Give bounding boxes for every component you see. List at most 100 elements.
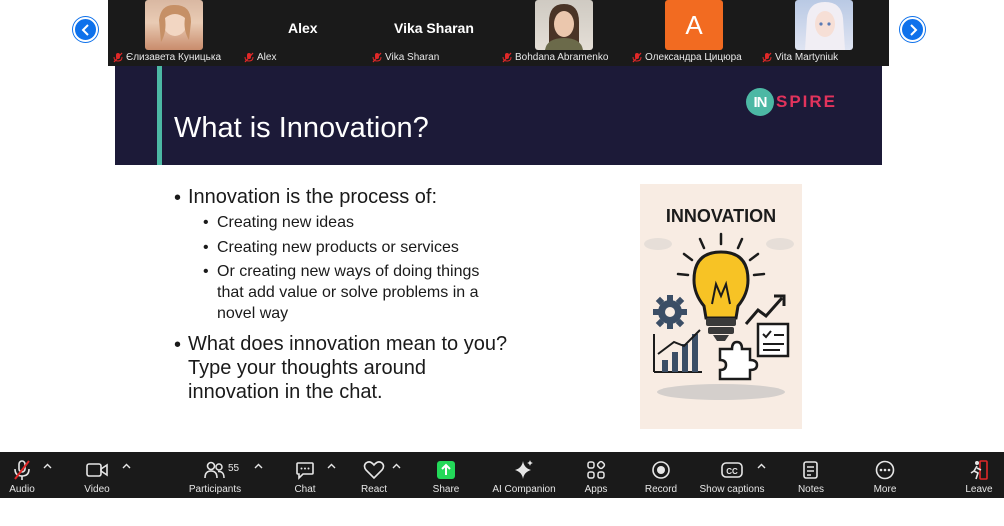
microphone-muted-icon [372,52,382,62]
slide-accent-bar [157,66,162,165]
bullet-dot: • [203,239,209,256]
participants-button[interactable]: Participants [186,452,244,498]
participant-label: Єлизавета Куницька [113,50,221,64]
participant-label: Vita Martyniuk [762,50,838,64]
bullet-text: novel way [217,305,289,322]
chat-bubble-icon [296,462,314,480]
video-button[interactable]: Video [78,452,116,498]
bullet-text: Creating new products or services [217,239,459,256]
microphone-muted-icon [502,52,512,62]
more-label: More [873,484,897,495]
more-button[interactable]: More [869,452,901,498]
microphone-muted-icon [244,52,254,62]
innovation-illustration: INNOVATION [640,184,802,429]
participant-tile[interactable]: Alex Alex [244,0,369,66]
record-button[interactable]: Record [642,452,680,498]
video-camera-icon [86,463,108,477]
chevron-left-icon [81,23,89,36]
show-captions-button[interactable]: CC Show captions [698,452,766,498]
logo-mark: IN [746,88,774,116]
microphone-muted-icon [632,52,642,62]
apps-grid-icon [587,460,606,479]
participant-name: Олександра Цицюра [645,51,742,63]
bullet-dot: • [203,263,209,280]
bullet-dot: • [174,334,182,356]
share-screen-icon [437,461,455,479]
participant-video [795,0,853,50]
chevron-up-icon[interactable] [43,462,52,471]
participant-label: Олександра Цицюра [632,50,742,64]
participant-video [535,0,593,50]
participant-count: 55 [228,463,240,474]
chevron-up-icon[interactable] [327,462,336,471]
participant-video [145,0,203,50]
chat-button[interactable]: Chat [289,452,321,498]
apps-button[interactable]: Apps [580,452,612,498]
leave-button[interactable]: Leave [962,452,996,498]
closed-captions-icon: CC [721,462,743,478]
meeting-toolbar: Audio Video Participants 55 Chat React S… [0,452,1004,498]
shared-screen-slide: What is Innovation? IN SPIRE • Innovatio… [115,66,882,452]
bullet-text: Type your thoughts around [188,357,426,379]
record-label: Record [644,484,678,495]
ai-companion-button[interactable]: AI Companion [492,452,556,498]
react-button[interactable]: React [356,452,392,498]
share-label: Share [432,484,460,495]
participants-label: Participants [188,484,242,495]
sparkle-icon [515,460,533,479]
bullet-text: that add value or solve problems in a [217,284,479,301]
participant-tile[interactable]: Єлизавета Куницька [111,0,241,66]
previous-participants-button[interactable] [73,17,98,42]
microphone-muted-icon [762,52,772,62]
chevron-up-icon[interactable] [122,462,131,471]
participant-display-name: Vika Sharan [394,20,474,36]
bullet-text: What does innovation mean to you? [188,333,508,355]
participant-name: Vika Sharan [385,51,440,63]
chevron-up-icon[interactable] [392,462,401,471]
lightbulb-icon [644,232,794,400]
audio-button[interactable]: Audio [2,452,42,498]
bullet-text: innovation in the chat. [188,381,383,403]
participants-icon [204,461,225,479]
record-icon [652,461,670,479]
participant-strip: Єлизавета Куницька Alex Alex Vika Sharan… [0,0,1004,66]
chevron-up-icon[interactable] [254,462,263,471]
svg-text:CC: CC [726,467,738,476]
participant-label: Vika Sharan [372,50,439,64]
person-avatar-icon [545,4,583,50]
person-avatar-icon [159,4,191,42]
video-label: Video [84,484,110,495]
person-avatar-icon [805,2,845,50]
show-captions-label: Show captions [699,484,765,495]
notes-label: Notes [797,484,825,495]
bullet-text: Or creating new ways of doing things [217,263,480,280]
notes-icon [803,461,818,479]
participant-name: Bohdana Abramenko [515,51,609,63]
logo-text: SPIRE [776,92,838,111]
leave-label: Leave [965,484,993,495]
next-participants-button[interactable] [900,17,925,42]
heart-icon [363,461,385,480]
participant-tile[interactable]: Vika Sharan Vika Sharan [372,0,497,66]
participant-label: Alex [244,50,276,64]
window-bottom-margin [0,498,1004,526]
bullet-text: Innovation is the process of: [188,186,438,208]
participant-name: Vita Martyniuk [775,51,839,63]
share-button[interactable]: Share [430,452,462,498]
bullet-dot: • [203,214,209,231]
slide-title: What is Innovation? [174,112,429,144]
participant-name: Alex [257,51,277,63]
participant-name: Єлизавета Куницька [126,51,222,63]
participant-initial-avatar: A [665,0,723,50]
leave-meeting-icon [970,460,988,480]
participant-tile[interactable]: A Олександра Цицюра [632,0,757,66]
zoom-meeting-window: Єлизавета Куницька Alex Alex Vika Sharan… [0,0,1004,526]
inspire-logo: IN SPIRE [746,88,837,116]
notes-button[interactable]: Notes [795,452,827,498]
apps-label: Apps [584,484,608,495]
participant-tile[interactable]: Vita Martyniuk [762,0,887,66]
bullet-text: Creating new ideas [217,214,354,231]
participant-tile[interactable]: Bohdana Abramenko [502,0,627,66]
chevron-up-icon[interactable] [757,462,766,471]
microphone-muted-icon [14,460,30,480]
